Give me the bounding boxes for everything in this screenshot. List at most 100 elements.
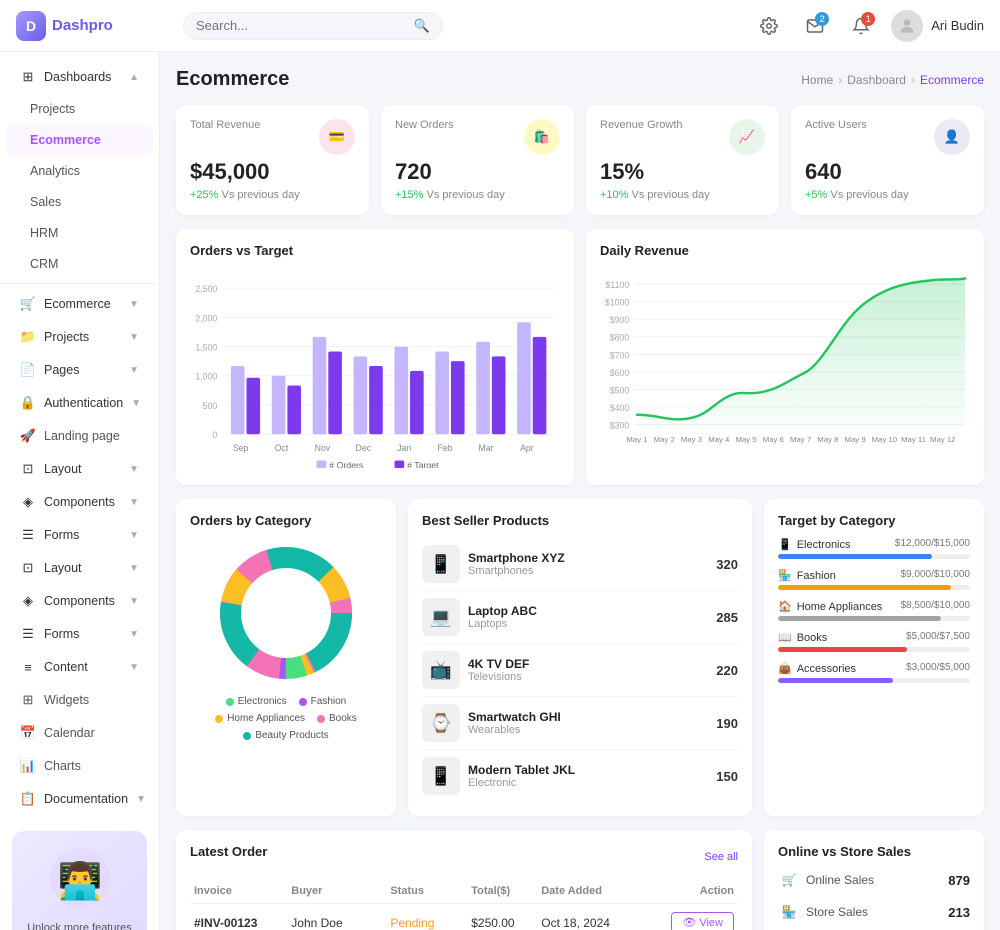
ecommerce-group-icon: 🛒 <box>20 296 36 312</box>
target-row-3: 📖 Books $5,000/$7,500 <box>778 631 970 652</box>
svg-text:$600: $600 <box>610 368 630 378</box>
projects-group-icon: 📁 <box>20 329 36 345</box>
sidebar-promo: 👨‍💻 Unlock more features and premium con… <box>0 819 159 930</box>
sidebar-ecommerce-label: Ecommerce <box>30 133 139 147</box>
sidebar-authentication-group[interactable]: 🔒 Authentication ▼ <box>6 387 153 419</box>
sidebar-item-hrm[interactable]: HRM <box>6 218 153 248</box>
svg-text:$300: $300 <box>610 420 630 430</box>
promo-card: 👨‍💻 Unlock more features and premium con… <box>12 831 147 930</box>
sidebar-layout2-group[interactable]: ⊡ Layout ▼ <box>6 552 153 584</box>
view-button-0[interactable]: 👁 View <box>671 912 734 930</box>
stat-users-value: 640 <box>805 159 970 185</box>
sidebar-content-label: Content <box>44 660 121 674</box>
orders-table-card: Latest Order See all Invoice Buyer Statu… <box>176 830 752 930</box>
product-cat-0: Smartphones <box>468 565 708 577</box>
svg-text:1,000: 1,000 <box>195 372 217 382</box>
product-count-4: 150 <box>716 769 738 784</box>
orders-target-chart: Orders vs Target 2,500 2,000 1,500 1,000… <box>176 229 574 485</box>
bell-button[interactable]: 1 <box>845 10 877 42</box>
sidebar-forms2-group[interactable]: ☰ Forms ▼ <box>6 618 153 650</box>
page-title: Ecommerce <box>176 68 289 91</box>
sidebar-components2-group[interactable]: ◈ Components ▼ <box>6 585 153 617</box>
product-cat-4: Electronic <box>468 777 708 789</box>
product-info-0: Smartphone XYZ Smartphones <box>468 551 708 577</box>
svg-text:Feb: Feb <box>438 443 453 453</box>
store-sales-count: 213 <box>948 905 970 920</box>
sidebar: ⊞ Dashboards ▲ Projects Ecommerce Analyt… <box>0 52 160 930</box>
sidebar-content-group[interactable]: ≡ Content ▼ <box>6 651 153 683</box>
status-0: Pending <box>386 904 467 930</box>
sidebar-forms-group[interactable]: ☰ Forms ▼ <box>6 519 153 551</box>
sidebar-item-analytics[interactable]: Analytics <box>6 156 153 186</box>
mail-button[interactable]: 2 <box>799 10 831 42</box>
svg-text:$500: $500 <box>610 385 630 395</box>
stat-users-icon-wrap: 👤 <box>934 119 970 155</box>
svg-text:Dec: Dec <box>356 443 372 453</box>
svg-text:Oct: Oct <box>275 443 289 453</box>
stat-card-users: Active Users 👤 640 +5% Vs previous day <box>791 105 984 215</box>
legend-electronics: Electronics <box>226 696 287 707</box>
col-total: Total($) <box>467 879 537 904</box>
svg-text:May 8: May 8 <box>817 435 838 444</box>
line-chart-svg: $1100 $1000 $900 $800 $700 $600 $500 $40… <box>600 268 970 468</box>
svg-text:May 1: May 1 <box>626 435 647 444</box>
target-category-title: Target by Category <box>778 513 970 528</box>
stat-card-growth: Revenue Growth 📈 15% +10% Vs previous da… <box>586 105 779 215</box>
svg-text:May 9: May 9 <box>845 435 866 444</box>
user-profile[interactable]: Ari Budin <box>891 10 984 42</box>
sidebar-item-projects[interactable]: Projects <box>6 94 153 124</box>
mail-badge: 2 <box>815 12 829 26</box>
sidebar-layout-group[interactable]: ⊡ Layout ▼ <box>6 453 153 485</box>
sidebar-item-sales[interactable]: Sales <box>6 187 153 217</box>
sidebar-documentation-group[interactable]: 📋 Documentation ▼ <box>6 783 153 815</box>
online-sales-label: Online Sales <box>806 873 874 887</box>
stat-card-orders: New Orders 🛍️ 720 +15% Vs previous day <box>381 105 574 215</box>
sidebar-item-calendar[interactable]: 📅 Calendar <box>6 717 153 749</box>
stat-growth-value: 15% <box>600 159 765 185</box>
charts-icon: 📊 <box>20 758 36 774</box>
svg-text:May 2: May 2 <box>654 435 675 444</box>
sidebar-ecommerce-group[interactable]: 🛒 Ecommerce ▼ <box>6 288 153 320</box>
sidebar-pages-group[interactable]: 📄 Pages ▼ <box>6 354 153 386</box>
product-img-2: 📺 <box>422 651 460 689</box>
svg-text:$1100: $1100 <box>606 280 630 290</box>
legend-fashion: Fashion <box>299 696 347 707</box>
search-input[interactable] <box>196 18 408 33</box>
product-count-3: 190 <box>716 716 738 731</box>
breadcrumb-dashboard: Dashboard <box>847 73 906 87</box>
sidebar-projects-group[interactable]: 📁 Projects ▼ <box>6 321 153 353</box>
sidebar-item-crm[interactable]: CRM <box>6 249 153 279</box>
date-0: Oct 18, 2024 <box>537 904 642 930</box>
svg-text:$1000: $1000 <box>605 298 629 308</box>
promo-image: 👨‍💻 <box>45 843 115 913</box>
sidebar-item-landing[interactable]: 🚀 Landing page <box>6 420 153 452</box>
target-row-2: 🏠 Home Appliances $8,500/$10,000 <box>778 600 970 621</box>
product-row-3: ⌚ Smartwatch GHI Wearables 190 <box>422 697 738 750</box>
product-row-2: 📺 4K TV DEF Televisions 220 <box>422 644 738 697</box>
product-row-4: 📱 Modern Tablet JKL Electronic 150 <box>422 750 738 802</box>
sidebar-documentation-label: Documentation <box>44 792 128 806</box>
product-img-4: 📱 <box>422 757 460 795</box>
user-avatar <box>891 10 923 42</box>
sidebar-charts-label: Charts <box>44 759 139 773</box>
search-bar[interactable]: 🔍 <box>183 12 443 40</box>
legend-beauty: Beauty Products <box>243 730 328 741</box>
sidebar-dashboards-group[interactable]: ⊞ Dashboards ▲ <box>6 61 153 93</box>
app-name: Dashpro <box>52 17 113 34</box>
sidebar-item-ecommerce[interactable]: Ecommerce <box>6 125 153 155</box>
donut-legend: Electronics Fashion Home Appliances Book… <box>190 696 382 741</box>
product-name-1: Laptop ABC <box>468 604 708 618</box>
sidebar-components-group[interactable]: ◈ Components ▼ <box>6 486 153 518</box>
promo-description: Unlock more features and premium content… <box>24 921 135 930</box>
sidebar-item-widgets[interactable]: ⊞ Widgets <box>6 684 153 716</box>
sidebar-widgets-label: Widgets <box>44 693 139 707</box>
see-all-button[interactable]: See all <box>704 851 738 863</box>
col-date: Date Added <box>537 879 642 904</box>
stat-orders-icon-wrap: 🛍️ <box>524 119 560 155</box>
total-0: $250.00 <box>467 904 537 930</box>
sidebar-authentication-label: Authentication <box>44 396 123 410</box>
product-info-1: Laptop ABC Laptops <box>468 604 708 630</box>
sidebar-item-charts[interactable]: 📊 Charts <box>6 750 153 782</box>
product-name-2: 4K TV DEF <box>468 657 708 671</box>
settings-button[interactable] <box>753 10 785 42</box>
